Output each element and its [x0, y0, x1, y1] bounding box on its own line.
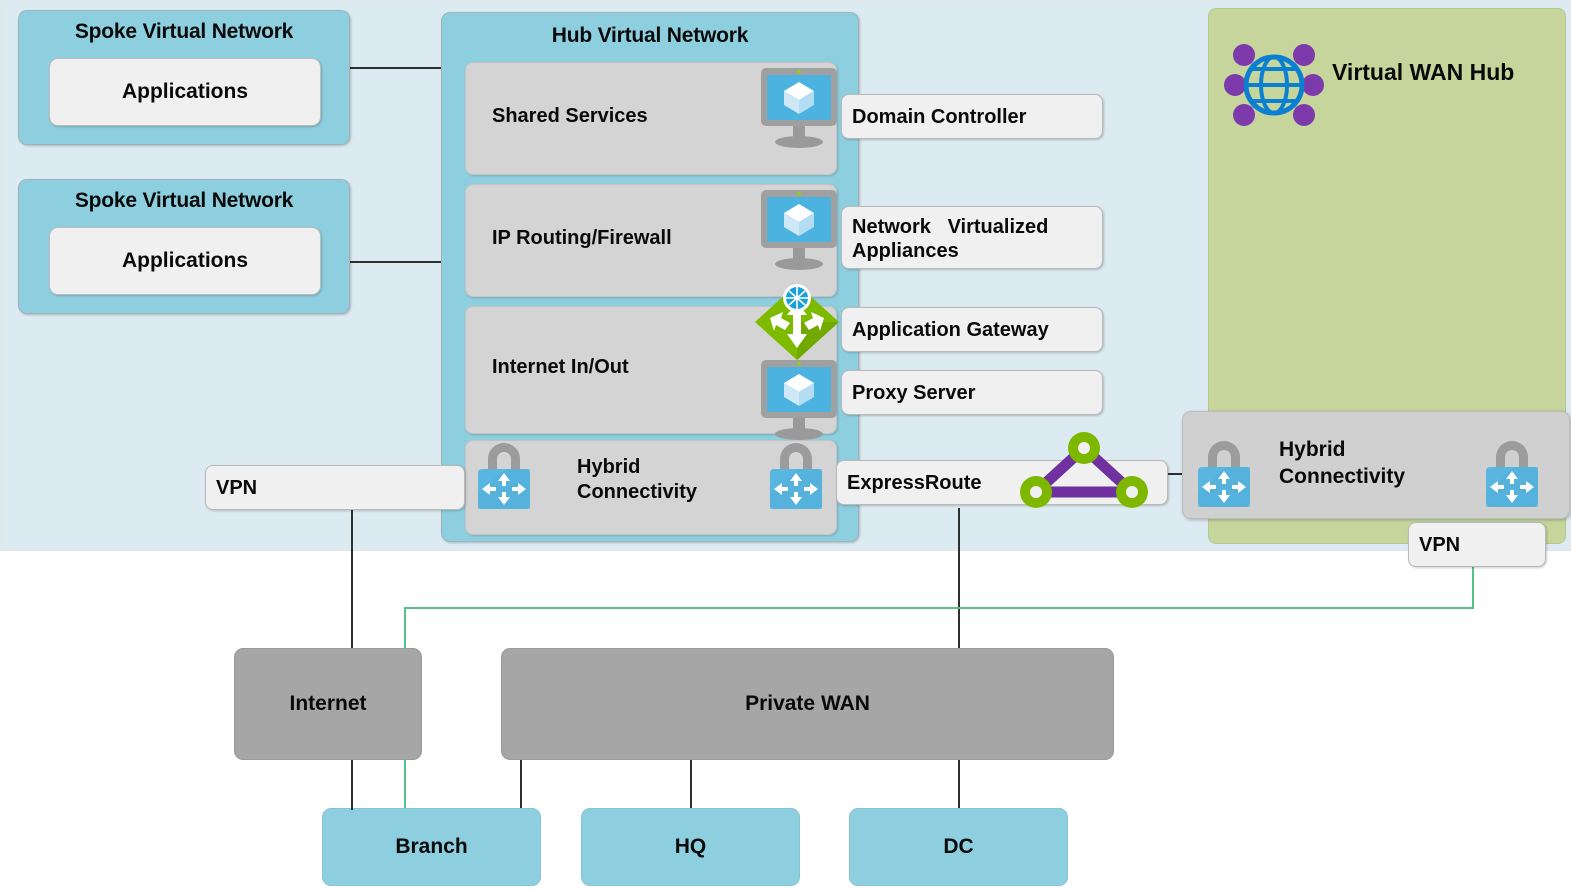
virtual-wan-hub-icon: [1219, 30, 1329, 140]
connector-privatewan-to-branch: [520, 760, 522, 808]
site-hq[interactable]: HQ: [581, 808, 800, 886]
callout-domain-controller[interactable]: Domain Controller: [841, 94, 1103, 139]
callout-vpn-right[interactable]: VPN: [1408, 522, 1546, 567]
spoke-2-applications[interactable]: Applications: [49, 227, 321, 295]
vpn-gateway-icon-hub-right: [762, 437, 830, 513]
connector-internet-to-branch: [351, 760, 353, 810]
virtual-wan-hub-title: Virtual WAN Hub: [1332, 59, 1515, 85]
callout-proxy-server[interactable]: Proxy Server: [841, 370, 1103, 415]
callout-network-virtualized-appliances[interactable]: Network Virtualized Appliances: [841, 206, 1103, 269]
virtual-machine-icon-network-virtual-appliance: [757, 188, 841, 278]
connector-expressroute-to-privatewan: [958, 508, 960, 648]
connector-vpn-green-horizontal: [404, 607, 1474, 609]
site-branch[interactable]: Branch: [322, 808, 541, 886]
hub-block-hybrid-connectivity-label: Hybrid Connectivity: [577, 456, 698, 503]
expressroute-icon: [1016, 430, 1152, 510]
site-dc[interactable]: DC: [849, 808, 1068, 886]
spoke-1-applications[interactable]: Applications: [49, 58, 321, 126]
application-gateway-icon: [752, 282, 842, 364]
cloud-private-wan[interactable]: Private WAN: [501, 648, 1114, 760]
connector-privatewan-to-dc: [958, 760, 960, 808]
vpn-gateway-icon-wan-left: [1190, 435, 1258, 511]
diagram-canvas: Spoke Virtual Network Applications Spoke…: [0, 0, 1571, 891]
virtual-machine-icon-domain-controller: [757, 66, 841, 156]
vpn-gateway-icon-hub-left: [470, 437, 538, 513]
hub-block-internet-in-out-label: Internet In/Out: [492, 356, 629, 378]
spoke-virtual-network-2[interactable]: Spoke Virtual Network Applications: [18, 179, 350, 314]
wan-hybrid-connectivity-label: Hybrid Connectivity: [1279, 438, 1406, 488]
vpn-gateway-icon-wan-right: [1478, 435, 1546, 511]
cloud-internet[interactable]: Internet: [234, 648, 422, 760]
callout-vpn-left[interactable]: VPN: [205, 465, 465, 510]
spoke-virtual-network-1[interactable]: Spoke Virtual Network Applications: [18, 10, 350, 145]
connector-privatewan-to-hq: [690, 760, 692, 808]
callout-application-gateway[interactable]: Application Gateway: [841, 307, 1103, 352]
hub-block-ip-routing-firewall-label: IP Routing/Firewall: [492, 227, 672, 249]
virtual-machine-icon-proxy-server: [757, 358, 841, 448]
spoke-1-title: Spoke Virtual Network: [74, 20, 294, 43]
spoke-2-title: Spoke Virtual Network: [74, 189, 294, 212]
connector-vpn-green-vertical-right: [1472, 566, 1474, 609]
connector-spoke2-to-hub: [350, 261, 446, 263]
hub-title: Hub Virtual Network: [551, 24, 749, 47]
connector-spoke1-to-hub: [350, 67, 446, 69]
hub-block-shared-services-label: Shared Services: [492, 105, 648, 127]
